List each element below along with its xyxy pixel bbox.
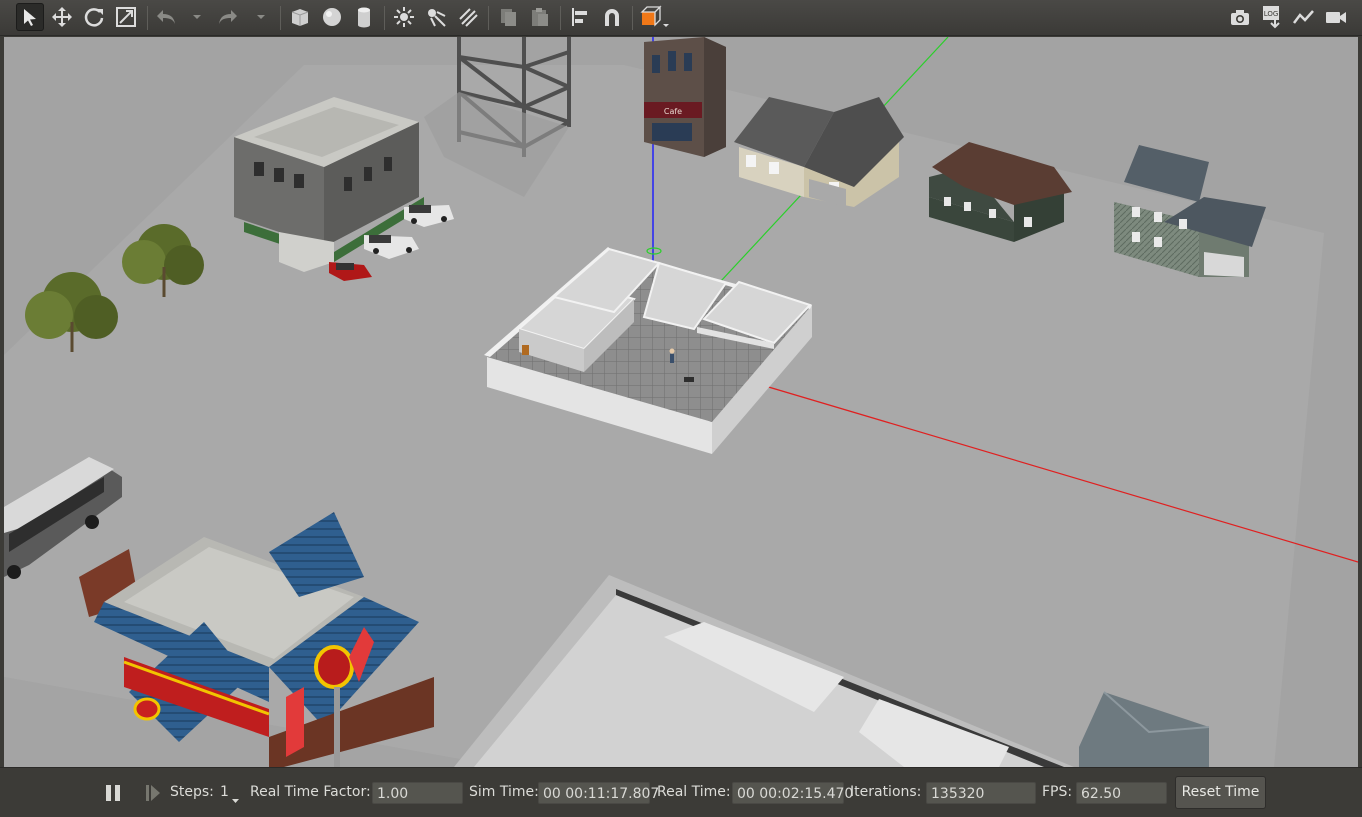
point-light-button[interactable] (390, 3, 418, 31)
redo-history-dropdown[interactable] (250, 3, 272, 31)
dropdown-icon (257, 15, 265, 19)
translate-mode-button[interactable] (48, 3, 76, 31)
dropdown-icon (193, 15, 201, 19)
align-icon (572, 8, 587, 26)
spot-light-button[interactable] (422, 3, 450, 31)
rotate-mode-button[interactable] (80, 3, 108, 31)
undo-button[interactable] (152, 3, 180, 31)
sphere-icon (323, 8, 341, 26)
scene-render: Cafe (4, 37, 1358, 767)
iterations-label: Iterations: (850, 784, 922, 800)
align-button[interactable] (566, 3, 594, 31)
view-angle-button[interactable] (638, 3, 670, 31)
arrow-cursor-icon (24, 9, 36, 26)
fps-label: FPS: (1042, 784, 1073, 800)
time-panel: Steps: 1 Real Time Factor: 1.00 Sim Time… (0, 767, 1362, 817)
scale-icon (116, 7, 136, 27)
step-forward-icon (146, 785, 160, 801)
select-mode-button[interactable] (16, 3, 44, 31)
screenshot-button[interactable] (1226, 3, 1254, 31)
cylinder-icon (358, 7, 370, 28)
undo-history-dropdown[interactable] (186, 3, 208, 31)
redo-button[interactable] (214, 3, 242, 31)
directional-light-button[interactable] (454, 3, 482, 31)
scale-mode-button[interactable] (112, 3, 140, 31)
copy-icon (501, 9, 516, 26)
real-time-factor-field: 1.00 (372, 782, 463, 804)
log-icon: LOG (1263, 6, 1280, 29)
pause-button[interactable] (104, 783, 122, 807)
snap-button[interactable] (598, 3, 626, 31)
cafe-sign-text: Cafe (664, 107, 682, 116)
rotate-icon (84, 8, 104, 27)
insert-box-button[interactable] (286, 3, 314, 31)
iterations-field: 135320 (926, 782, 1036, 804)
redo-icon (219, 10, 237, 24)
sun-icon (394, 7, 414, 27)
real-time-label: Real Time: (657, 784, 731, 800)
copy-button[interactable] (494, 3, 522, 31)
sim-time-label: Sim Time: (469, 784, 539, 800)
toolbar: LOG (0, 0, 1362, 36)
video-camera-icon (1326, 12, 1346, 23)
fps-field: 62.50 (1076, 782, 1167, 804)
camera-icon (1231, 10, 1249, 25)
insert-cylinder-button[interactable] (350, 3, 378, 31)
steps-spinbox[interactable]: 1 (220, 784, 229, 800)
steps-label: Steps: (170, 784, 214, 800)
move-arrows-icon (52, 7, 72, 27)
video-record-button[interactable] (1322, 3, 1350, 31)
sim-time-field: 00 00:11:17.807 (538, 782, 659, 804)
steps-dropdown-icon[interactable] (231, 792, 240, 808)
3d-scene-viewport[interactable]: Cafe (4, 37, 1358, 767)
reset-time-button[interactable]: Reset Time (1175, 776, 1266, 809)
spot-light-icon (428, 9, 446, 27)
log-button[interactable]: LOG (1258, 3, 1286, 31)
magnet-icon (605, 9, 619, 26)
paste-button[interactable] (526, 3, 554, 31)
cafe-building-model[interactable]: Cafe (644, 37, 726, 157)
plot-icon (1293, 10, 1314, 24)
pause-icon (106, 785, 120, 801)
undo-icon (157, 10, 175, 24)
directional-light-icon (459, 8, 478, 27)
box-icon (291, 9, 309, 26)
paste-icon (532, 8, 548, 26)
real-time-factor-label: Real Time Factor: (250, 784, 371, 800)
plot-button[interactable] (1290, 3, 1318, 31)
svg-text:LOG: LOG (1264, 10, 1279, 18)
step-button[interactable] (144, 783, 162, 807)
insert-sphere-button[interactable] (318, 3, 346, 31)
real-time-field: 00 00:02:15.470 (732, 782, 853, 804)
orange-cube-icon (640, 5, 669, 27)
